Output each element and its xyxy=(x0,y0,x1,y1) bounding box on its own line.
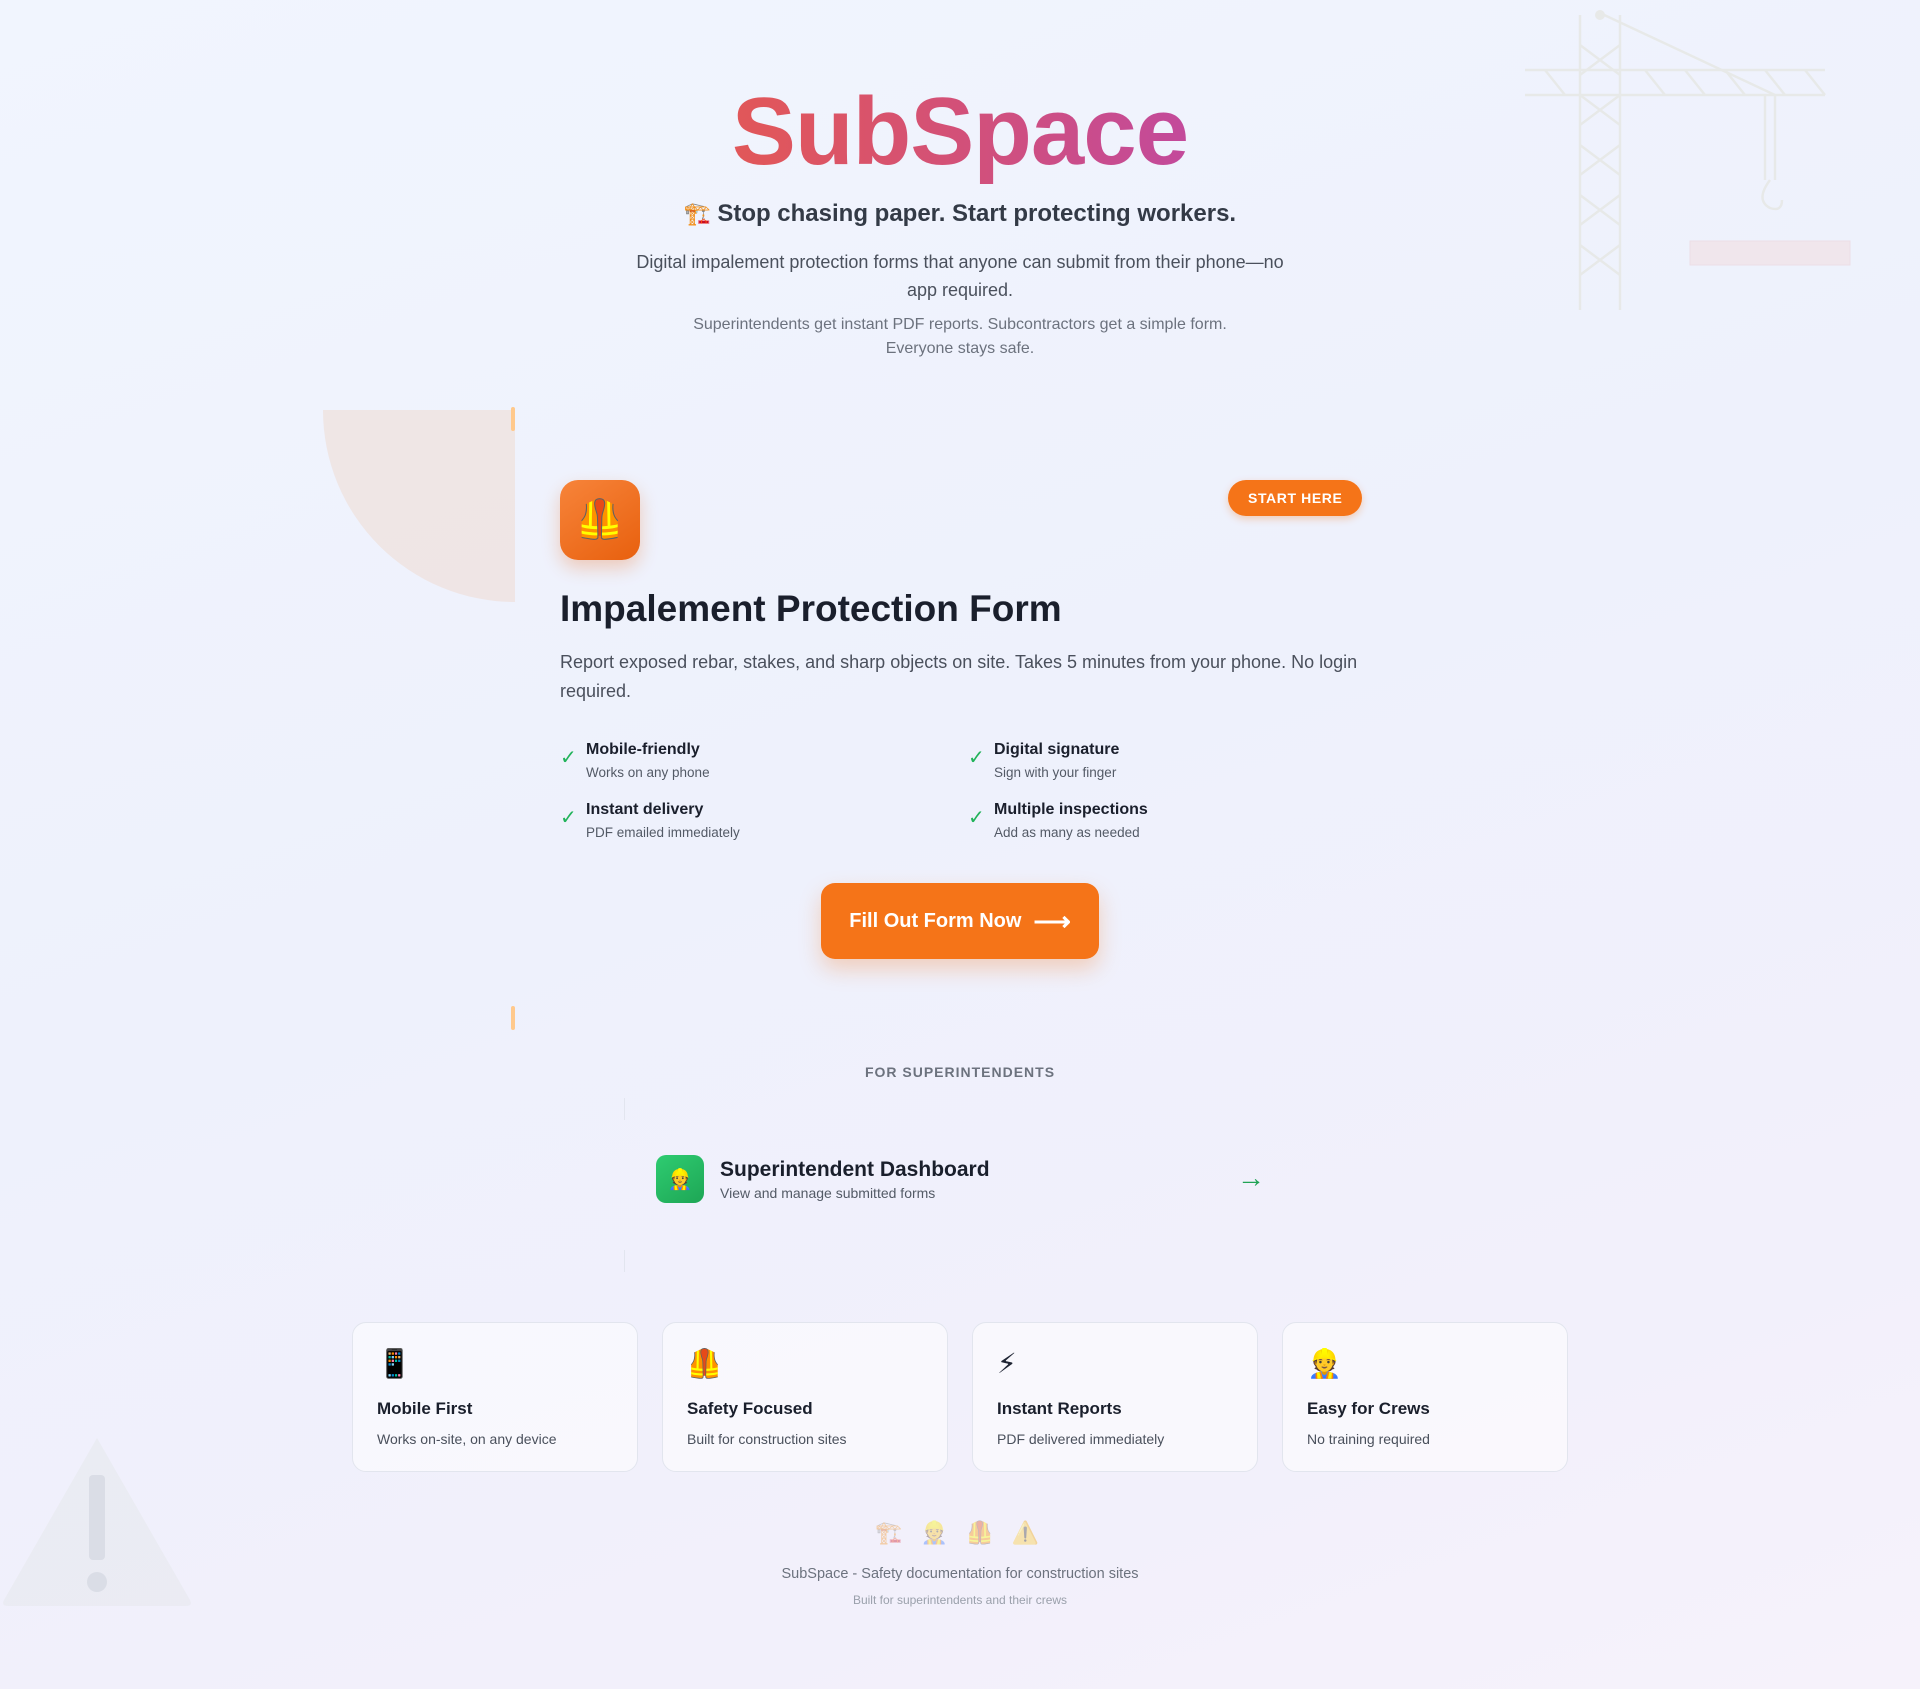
feature-card-easy-for-crews: 👷 Easy for Crews No training required xyxy=(1282,1322,1568,1472)
worker-icon: 👷 xyxy=(1307,1348,1342,1379)
arrow-right-icon: ⟶ xyxy=(1033,906,1071,936)
accent-bar-bottom xyxy=(511,1006,515,1030)
lightning-icon: ⚡ xyxy=(997,1348,1017,1379)
form-description: Report exposed rebar, stakes, and sharp … xyxy=(560,652,1358,701)
feature-instant-delivery: ✓ Instant delivery PDF emailed immediate… xyxy=(560,801,920,847)
card-desc: Built for construction sites xyxy=(687,1431,847,1447)
arrow-right-icon: → xyxy=(1237,1162,1265,1193)
card-title: Mobile First xyxy=(377,1399,473,1418)
hero-subdescription: Superintendents get instant PDF reports.… xyxy=(693,316,1227,357)
check-icon: ✓ xyxy=(968,807,985,829)
tagline-text: Stop chasing paper. Start protecting wor… xyxy=(717,200,1237,227)
dashboard-subtitle: View and manage submitted forms xyxy=(720,1185,936,1201)
feature-title: Digital signature xyxy=(994,741,1120,758)
crane-icon: 🏗️ xyxy=(683,201,712,226)
decorative-quarter-circle xyxy=(323,410,515,602)
feature-title: Mobile-friendly xyxy=(586,741,700,758)
feature-desc: PDF emailed immediately xyxy=(586,825,740,840)
feature-card-safety-focused: 🦺 Safety Focused Built for construction … xyxy=(662,1322,948,1472)
fill-out-form-label: Fill Out Form Now xyxy=(849,909,1022,932)
safety-vest-icon: 🦺 xyxy=(687,1348,722,1379)
card-title: Instant Reports xyxy=(997,1399,1122,1418)
feature-multiple-inspections: ✓ Multiple inspections Add as many as ne… xyxy=(968,801,1328,847)
divider-line xyxy=(624,1250,625,1272)
start-here-badge: START HERE xyxy=(1228,480,1363,516)
card-desc: Works on-site, on any device xyxy=(377,1431,557,1447)
form-title: Impalement Protection Form xyxy=(560,588,1062,629)
feature-card-mobile-first: 📱 Mobile First Works on-site, on any dev… xyxy=(352,1322,638,1472)
check-icon: ✓ xyxy=(968,747,985,769)
feature-mobile-friendly: ✓ Mobile-friendly Works on any phone xyxy=(560,741,920,787)
dashboard-title: Superintendent Dashboard xyxy=(720,1158,990,1181)
feature-card-instant-reports: ⚡ Instant Reports PDF delivered immediat… xyxy=(972,1322,1258,1472)
hero-description: Digital impalement protection forms that… xyxy=(636,252,1284,300)
footer-icons: 🏗️ 👷 🦺 ⚠️ xyxy=(875,1520,1045,1545)
accent-bar-top xyxy=(511,407,515,431)
safety-vest-icon: 🦺 xyxy=(560,480,640,560)
card-desc: PDF delivered immediately xyxy=(997,1431,1165,1447)
brand-logo: SubSpace xyxy=(0,72,1920,192)
feature-desc: Add as many as needed xyxy=(994,825,1140,840)
feature-title: Multiple inspections xyxy=(994,801,1148,818)
feature-desc: Works on any phone xyxy=(586,765,710,780)
worker-icon: 👷 xyxy=(656,1155,704,1203)
card-desc: No training required xyxy=(1307,1431,1430,1447)
footer-text: SubSpace - Safety documentation for cons… xyxy=(781,1566,1139,1582)
card-title: Easy for Crews xyxy=(1307,1399,1430,1418)
feature-title: Instant delivery xyxy=(586,801,704,818)
check-icon: ✓ xyxy=(560,807,577,829)
superintendent-dashboard-link[interactable]: 👷 Superintendent Dashboard View and mana… xyxy=(625,1110,1305,1250)
feature-digital-signature: ✓ Digital signature Sign with your finge… xyxy=(968,741,1328,787)
fill-out-form-button[interactable]: Fill Out Form Now ⟶ xyxy=(821,883,1099,959)
tagline: 🏗️ Stop chasing paper. Start protecting w… xyxy=(0,200,1920,228)
footer-subtext: Built for superintendents and their crew… xyxy=(852,1593,1068,1607)
check-icon: ✓ xyxy=(560,747,577,769)
card-title: Safety Focused xyxy=(687,1399,813,1418)
phone-icon: 📱 xyxy=(377,1348,412,1379)
section-label-superintendents: FOR SUPERINTENDENTS xyxy=(864,1064,1056,1080)
feature-desc: Sign with your finger xyxy=(994,765,1117,780)
